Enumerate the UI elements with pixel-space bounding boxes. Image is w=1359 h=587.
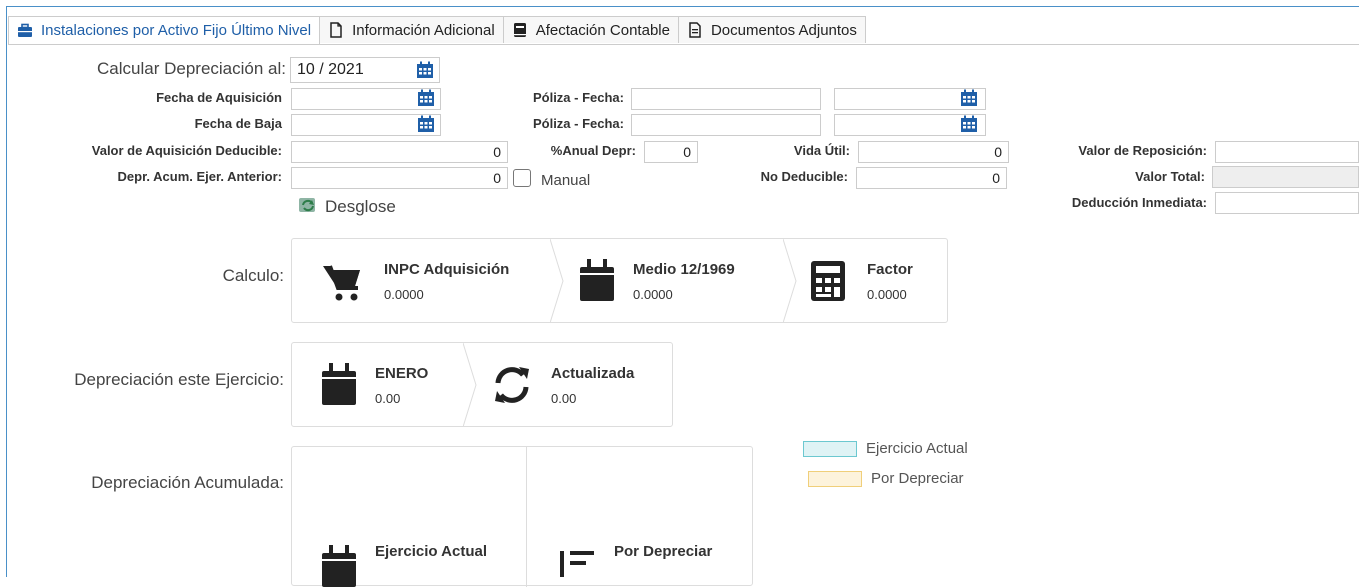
- factor-title: Factor: [867, 261, 913, 278]
- valor-total-label: Valor Total:: [1135, 169, 1205, 184]
- calculator-icon: [811, 261, 845, 301]
- book-icon: [512, 22, 528, 38]
- enero-title: ENERO: [375, 365, 429, 382]
- calendar-icon: [322, 363, 356, 405]
- chevron-right-icon: [550, 239, 564, 323]
- inpc-adquisicion-title: INPC Adquisición: [384, 261, 510, 278]
- manual-checkbox[interactable]: [513, 169, 531, 187]
- vida-util-input[interactable]: 0: [858, 141, 1009, 163]
- depr-ejercicio-card: ENERO 0.00 Actualizada 0.00: [291, 342, 673, 427]
- tab-informacion-adicional[interactable]: Información Adicional: [319, 16, 504, 43]
- depr-acum-label: Depr. Acum. Ejer. Anterior:: [117, 169, 282, 184]
- calendar-icon: [322, 545, 356, 587]
- depr-acumulada-label: Depreciación Acumulada:: [91, 473, 284, 492]
- depr-acum-input[interactable]: 0: [291, 167, 508, 189]
- legend-swatch-ejercicio: [803, 441, 857, 457]
- calendar-icon: [580, 259, 614, 301]
- refresh-icon[interactable]: [298, 196, 318, 214]
- actualizada-title: Actualizada: [551, 365, 635, 382]
- valor-adquisicion-label: Valor de Aquisición Deducible:: [91, 143, 282, 158]
- calculo-label: Calculo:: [222, 266, 284, 285]
- calendar-icon[interactable]: [960, 89, 978, 107]
- anual-depr-label: %Anual Depr:: [550, 143, 636, 158]
- calc-date-label: Calcular Depreciación al:: [97, 59, 286, 78]
- depr-acumulada-card: Ejercicio Actual Por Depreciar: [291, 446, 753, 587]
- poliza-fecha-label-2: Póliza - Fecha:: [532, 116, 624, 131]
- calendar-icon[interactable]: [416, 61, 434, 79]
- por-depreciar-title: Por Depreciar: [614, 543, 713, 560]
- ejercicio-actual-title: Ejercicio Actual: [375, 543, 487, 560]
- tab-label: Afectación Contable: [535, 21, 670, 39]
- fecha-baja-label: Fecha de Baja: [194, 116, 282, 131]
- depr-ejercicio-label: Depreciación este Ejercicio:: [74, 370, 284, 389]
- desglose-button[interactable]: Desglose: [325, 197, 396, 217]
- vida-util-label: Vida Útil:: [793, 143, 850, 158]
- inpc-adquisicion-value: 0.0000: [384, 287, 424, 302]
- medio-title: Medio 12/1969: [633, 261, 735, 278]
- enero-value: 0.00: [375, 391, 401, 406]
- chevron-right-icon: [783, 239, 797, 323]
- cart-icon: [323, 265, 360, 301]
- tab-label: Información Adicional: [352, 21, 495, 39]
- valor-adquisicion-input[interactable]: 0: [291, 141, 508, 163]
- tab-afectacion-contable[interactable]: Afectación Contable: [502, 16, 679, 43]
- document-icon: [687, 22, 703, 38]
- poliza-fecha-label-1: Póliza - Fecha:: [532, 90, 624, 105]
- calculo-card: INPC Adquisición 0.0000 Medio 12/1969 0.…: [291, 238, 948, 323]
- legend-label-ejercicio: Ejercicio Actual: [866, 440, 968, 457]
- factor-value: 0.0000: [867, 287, 907, 302]
- legend-label-por-depreciar: Por Depreciar: [871, 470, 964, 487]
- chevron-right-icon: [463, 343, 477, 427]
- valor-total-input: [1212, 166, 1359, 188]
- refresh-icon: [495, 367, 529, 403]
- legend-swatch-por-depreciar: [808, 471, 862, 487]
- valor-reposicion-label: Valor de Reposición:: [1078, 143, 1207, 158]
- tab-instalaciones[interactable]: Instalaciones por Activo Fijo Último Niv…: [8, 16, 321, 44]
- medio-value: 0.0000: [633, 287, 673, 302]
- no-deducible-input[interactable]: 0: [856, 167, 1007, 189]
- actualizada-value: 0.00: [551, 391, 577, 406]
- deduccion-inmediata-input[interactable]: [1215, 192, 1359, 214]
- tab-label: Documentos Adjuntos: [710, 21, 857, 39]
- tab-bar: Instalaciones por Activo Fijo Último Niv…: [8, 16, 1359, 45]
- sort-icon: [560, 551, 594, 577]
- no-deducible-label: No Deducible:: [760, 169, 848, 184]
- poliza-input-2[interactable]: [631, 114, 821, 136]
- anual-depr-input[interactable]: 0: [644, 141, 698, 163]
- tab-documentos-adjuntos[interactable]: Documentos Adjuntos: [677, 16, 866, 43]
- fecha-adquisicion-label: Fecha de Aquisición: [156, 90, 282, 105]
- poliza-input-1[interactable]: [631, 88, 821, 110]
- calendar-icon[interactable]: [960, 115, 978, 133]
- manual-label: Manual: [541, 172, 591, 189]
- briefcase-icon: [17, 23, 33, 39]
- deduccion-inmediata-label: Deducción Inmediata:: [1071, 195, 1207, 210]
- tab-label: Instalaciones por Activo Fijo Último Niv…: [41, 22, 312, 39]
- valor-reposicion-input[interactable]: [1215, 141, 1359, 163]
- calendar-icon[interactable]: [417, 89, 435, 107]
- calendar-icon[interactable]: [417, 115, 435, 133]
- file-icon: [328, 22, 344, 38]
- divider: [526, 447, 527, 587]
